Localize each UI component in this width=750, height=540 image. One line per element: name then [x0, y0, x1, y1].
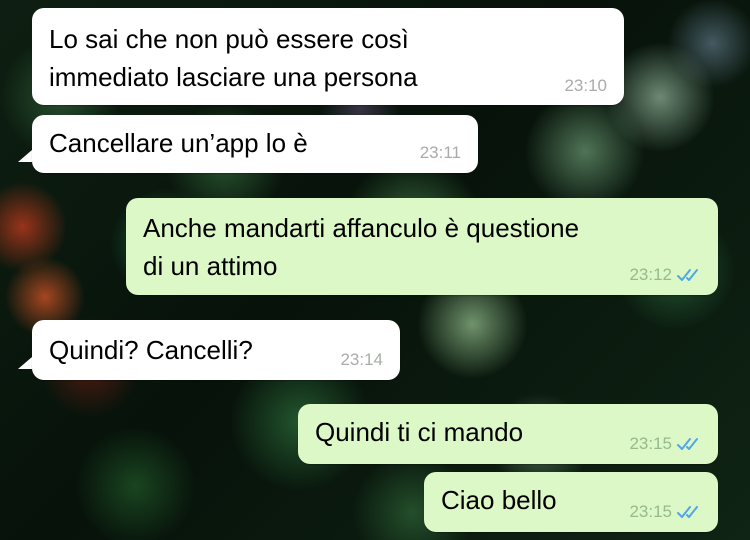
message-text: Lo sai che non può essere così — [49, 24, 409, 54]
message-text: Cancellare un’app lo è — [49, 128, 308, 158]
message-time: 23:15 — [629, 434, 672, 453]
message-time: 23:12 — [629, 265, 672, 284]
message-text: di un attimo — [143, 251, 278, 281]
double-check-icon — [677, 269, 698, 281]
incoming-message[interactable]: Lo sai che non può essere così immediato… — [32, 8, 624, 105]
message-text: Anche mandarti affanculo è questione — [143, 213, 580, 243]
message-text: Quindi ti ci mando — [315, 417, 524, 447]
outgoing-message[interactable]: Quindi ti ci mando 23:15 — [298, 404, 718, 464]
message-text: Quindi? Cancelli? — [49, 335, 253, 365]
message-time: 23:10 — [564, 76, 607, 95]
message-time: 23:11 — [419, 143, 461, 162]
bubble-tail — [18, 357, 32, 369]
bubble-tail — [18, 150, 32, 162]
incoming-message[interactable]: Quindi? Cancelli? 23:14 — [32, 320, 400, 380]
outgoing-message[interactable]: Anche mandarti affanculo è questione di … — [126, 198, 718, 295]
double-check-icon — [677, 506, 698, 518]
message-time: 23:15 — [629, 502, 672, 521]
double-check-icon — [677, 438, 698, 450]
message-text: Ciao bello — [441, 485, 557, 515]
message-text: immediato lasciare una persona — [49, 62, 418, 92]
incoming-message[interactable]: Cancellare un’app lo è 23:11 — [32, 115, 478, 173]
message-time: 23:14 — [340, 350, 383, 369]
outgoing-message[interactable]: Ciao bello 23:15 — [424, 472, 718, 532]
